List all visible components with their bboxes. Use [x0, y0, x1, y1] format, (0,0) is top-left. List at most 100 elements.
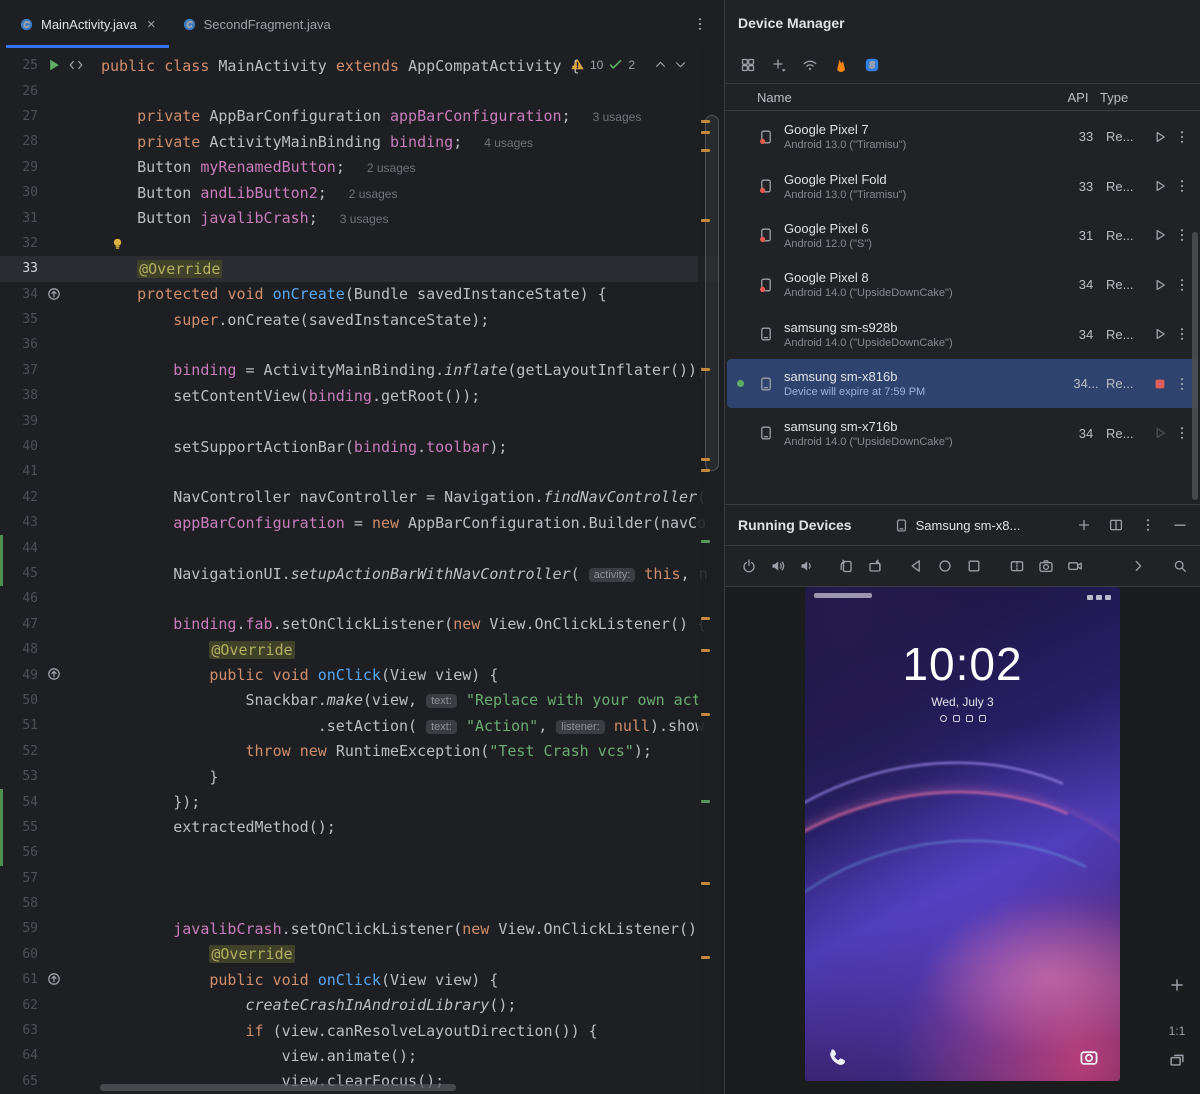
tab-running-device[interactable]: Samsung sm-x8...	[894, 518, 1021, 533]
code-line[interactable]: 26	[0, 78, 724, 103]
code-line[interactable]: 47 binding.fab.setOnClickListener(new Vi…	[0, 612, 724, 637]
usages-hint[interactable]: 3 usages	[593, 110, 642, 124]
code-line[interactable]: 60 @Override	[0, 942, 724, 967]
stripe-mark[interactable]	[701, 540, 710, 543]
code-line[interactable]: 30 Button andLibButton2;2 usages	[0, 180, 724, 205]
start-device-button[interactable]	[1148, 178, 1172, 194]
camera-shortcut-icon[interactable]	[1078, 1046, 1100, 1068]
back-icon[interactable]	[908, 558, 924, 574]
video-icon[interactable]	[1067, 558, 1083, 574]
code-line[interactable]: 63 if (view.canResolveLayoutDirection())…	[0, 1018, 724, 1043]
mirrored-device-screen[interactable]: 10:02 Wed, July 3	[805, 587, 1120, 1081]
stripe-mark[interactable]	[701, 617, 710, 620]
code-line[interactable]: 61 public void onClick(View view) {	[0, 967, 724, 992]
volume-down-icon[interactable]	[799, 558, 815, 574]
stripe-mark[interactable]	[701, 219, 710, 222]
samsung-icon[interactable]: S	[864, 57, 880, 73]
stripe-mark[interactable]	[701, 131, 710, 134]
volume-up-icon[interactable]	[770, 558, 786, 574]
firebase-icon[interactable]	[833, 57, 849, 73]
grid-icon[interactable]	[740, 57, 756, 73]
device-menu-button[interactable]	[1172, 425, 1192, 441]
code-line[interactable]: 28 private ActivityMainBinding binding;4…	[0, 129, 724, 154]
device-row[interactable]: samsung sm-x716bAndroid 14.0 ("UpsideDow…	[727, 408, 1198, 457]
code-line[interactable]: 40 setSupportActionBar(binding.toolbar);	[0, 434, 724, 459]
editor-options-kebab-icon[interactable]	[692, 16, 708, 32]
code-line[interactable]: 31 Button javalibCrash;3 usages	[0, 205, 724, 230]
code-line[interactable]: 42 NavController navController = Navigat…	[0, 485, 724, 510]
chevron-right-icon[interactable]	[1130, 558, 1146, 574]
code-line[interactable]: 32	[0, 231, 724, 256]
inspection-widget[interactable]: 10 2	[570, 57, 688, 72]
overriding-method-icon[interactable]	[46, 971, 62, 987]
usages-hint[interactable]: 3 usages	[340, 212, 389, 226]
power-icon[interactable]	[741, 558, 757, 574]
code-line[interactable]: 56	[0, 840, 724, 865]
code-line[interactable]: 27 private AppBarConfiguration appBarCon…	[0, 104, 724, 129]
start-device-button[interactable]	[1148, 326, 1172, 342]
code-line[interactable]: 29 Button myRenamedButton;2 usages	[0, 155, 724, 180]
fold-icon[interactable]	[1009, 558, 1025, 574]
code-line[interactable]: 37 binding = ActivityMainBinding.inflate…	[0, 358, 724, 383]
device-row[interactable]: samsung sm-x816bDevice will expire at 7:…	[727, 359, 1198, 408]
stripe-mark[interactable]	[701, 469, 710, 472]
code-line[interactable]: 49 public void onClick(View view) {	[0, 662, 724, 687]
stripe-mark[interactable]	[701, 649, 710, 652]
phone-shortcut-icon[interactable]	[825, 1046, 847, 1068]
overview-icon[interactable]	[966, 558, 982, 574]
code-line[interactable]: 38 setContentView(binding.getRoot());	[0, 383, 724, 408]
device-row[interactable]: samsung sm-s928bAndroid 14.0 ("UpsideDow…	[727, 310, 1198, 359]
code-line[interactable]: 50 Snackbar.make(view, text: "Replace wi…	[0, 688, 724, 713]
device-row[interactable]: Google Pixel 7Android 13.0 ("Tiramisu")3…	[727, 112, 1198, 161]
code-line[interactable]: 36	[0, 332, 724, 357]
device-menu-button[interactable]	[1172, 227, 1192, 243]
code-line[interactable]: 35 super.onCreate(savedInstanceState);	[0, 307, 724, 332]
code-line[interactable]: 48 @Override	[0, 637, 724, 662]
rotate-right-icon[interactable]	[867, 558, 883, 574]
start-device-button[interactable]	[1148, 425, 1172, 441]
device-row[interactable]: Google Pixel FoldAndroid 13.0 ("Tiramisu…	[727, 161, 1198, 210]
device-menu-button[interactable]	[1172, 129, 1192, 145]
start-device-button[interactable]	[1148, 227, 1172, 243]
stop-device-button[interactable]	[1148, 376, 1172, 392]
device-menu-button[interactable]	[1172, 178, 1192, 194]
tab-mainactivity-java[interactable]: C MainActivity.java ×	[6, 0, 169, 48]
column-api[interactable]: API	[1056, 90, 1100, 105]
add-icon[interactable]	[771, 57, 787, 73]
stripe-mark[interactable]	[701, 120, 710, 123]
device-menu-button[interactable]	[1172, 326, 1192, 342]
usages-hint[interactable]: 2 usages	[367, 161, 416, 175]
code-line[interactable]: 46	[0, 586, 724, 611]
camera-icon[interactable]	[1038, 558, 1054, 574]
start-device-button[interactable]	[1148, 129, 1172, 145]
code-line[interactable]: 53 }	[0, 764, 724, 789]
code-line[interactable]: 45 NavigationUI.setupActionBarWithNavCon…	[0, 561, 724, 586]
home-icon[interactable]	[937, 558, 953, 574]
code-line[interactable]: 43 appBarConfiguration = new AppBarConfi…	[0, 510, 724, 535]
stripe-mark[interactable]	[701, 458, 710, 461]
previous-issue-icon[interactable]	[653, 57, 668, 72]
device-row[interactable]: Google Pixel 8Android 14.0 ("UpsideDownC…	[727, 260, 1198, 309]
hide-panel-button[interactable]	[1172, 517, 1188, 533]
column-name[interactable]: Name	[757, 90, 1056, 105]
overriding-method-icon[interactable]	[46, 666, 62, 682]
device-menu-button[interactable]	[1172, 277, 1192, 293]
usages-hint[interactable]: 2 usages	[349, 187, 398, 201]
stripe-mark[interactable]	[701, 800, 710, 803]
zoom-in-button[interactable]	[1168, 976, 1186, 994]
close-tab-icon[interactable]: ×	[147, 16, 156, 33]
code-editor[interactable]: 25public class MainActivity extends AppC…	[0, 48, 724, 1094]
overriding-method-icon[interactable]	[46, 286, 62, 302]
intention-bulb-icon[interactable]	[110, 236, 125, 251]
code-line[interactable]: 34 protected void onCreate(Bundle savedI…	[0, 282, 724, 307]
next-issue-icon[interactable]	[673, 57, 688, 72]
code-line[interactable]: 51 .setAction( text: "Action", listener:…	[0, 713, 724, 738]
device-list-scrollbar[interactable]	[1192, 232, 1198, 500]
code-line[interactable]: 58	[0, 891, 724, 916]
code-line[interactable]: 52 throw new RuntimeException("Test Cras…	[0, 739, 724, 764]
device-menu-button[interactable]	[1172, 376, 1192, 392]
code-line[interactable]: 55 extractedMethod();	[0, 815, 724, 840]
zoom-actual-size-button[interactable]: 1:1	[1169, 1024, 1186, 1038]
code-line[interactable]: 57	[0, 866, 724, 891]
column-type[interactable]: Type	[1100, 90, 1200, 105]
